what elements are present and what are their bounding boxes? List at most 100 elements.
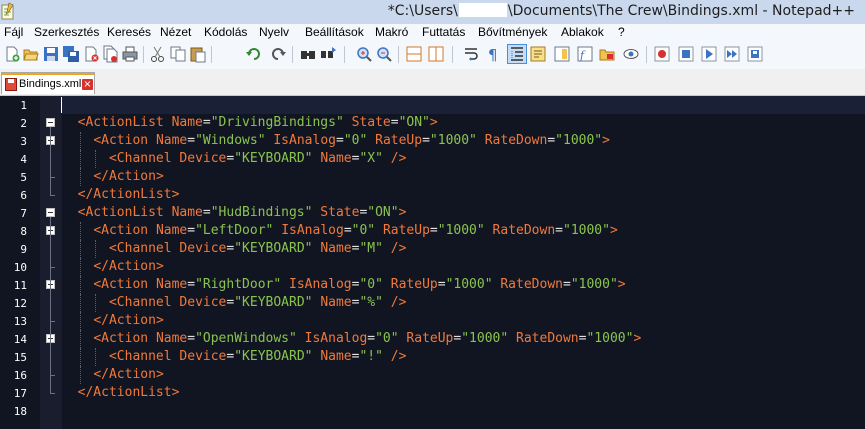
code-line[interactable]: <Action Name="Windows" IsAnalog="0" Rate…	[62, 132, 610, 150]
indent-guide	[79, 348, 81, 366]
menu-settings[interactable]: Beállítások	[305, 25, 364, 39]
svg-text:¶: ¶	[488, 46, 498, 63]
undo-icon[interactable]	[245, 45, 263, 63]
copy-icon[interactable]	[169, 45, 187, 63]
paste-icon[interactable]	[189, 45, 207, 63]
save-icon[interactable]	[42, 45, 60, 63]
toolbar-separator	[292, 46, 293, 63]
code-line[interactable]: <Channel Device="KEYBOARD" Name="X" />	[62, 150, 406, 168]
playback-macro-icon[interactable]	[700, 45, 718, 63]
cut-icon[interactable]	[149, 45, 167, 63]
sync-vertical-icon[interactable]	[405, 45, 423, 63]
menu-window[interactable]: Ablakok	[561, 25, 604, 39]
menu-help[interactable]: ?	[618, 25, 625, 39]
text-caret	[61, 97, 62, 113]
toolbar-separator	[452, 46, 453, 63]
line-number: 8	[20, 225, 27, 238]
indent-guide	[95, 294, 97, 312]
doc-map-icon[interactable]	[553, 45, 571, 63]
tab-close-button[interactable]: ×	[82, 79, 93, 90]
indent-guide	[79, 276, 81, 294]
run-macro-multiple-icon[interactable]	[723, 45, 741, 63]
code-line[interactable]: </ActionList>	[62, 186, 180, 204]
tab-label: Bindings.xml	[19, 78, 82, 90]
indent-guide-icon[interactable]	[507, 44, 527, 64]
code-line[interactable]: <Action Name="LeftDoor" IsAnalog="0" Rat…	[62, 222, 617, 240]
udl-icon[interactable]	[529, 45, 547, 63]
tab-bindings-xml[interactable]: Bindings.xml ×	[1, 72, 95, 94]
menu-run[interactable]: Futtatás	[422, 25, 465, 39]
toolbar-separator	[646, 46, 647, 63]
window-title: *C:\Users\ \Documents\The Crew\Bindings.x…	[388, 3, 855, 19]
redo-icon[interactable]	[269, 45, 287, 63]
print-icon[interactable]	[121, 45, 139, 63]
function-list-icon[interactable]: f	[576, 45, 594, 63]
monitoring-icon[interactable]	[622, 45, 640, 63]
folder-workspace-icon[interactable]	[598, 45, 616, 63]
code-line[interactable]: <Channel Device="KEYBOARD" Name="%" />	[62, 294, 406, 312]
line-number: 2	[20, 117, 27, 130]
menu-macro[interactable]: Makró	[375, 25, 408, 39]
save-all-icon[interactable]	[62, 45, 80, 63]
sync-horizontal-icon[interactable]	[427, 45, 445, 63]
menu-file[interactable]: Fájl	[4, 25, 23, 39]
line-number: 12	[13, 297, 27, 310]
fold-toggle-icon[interactable]	[46, 208, 55, 217]
menu-view[interactable]: Nézet	[160, 25, 191, 39]
line-number: 9	[20, 243, 27, 256]
menu-plugins[interactable]: Bővítmények	[478, 25, 547, 39]
zoom-in-icon[interactable]	[355, 45, 373, 63]
stop-record-icon[interactable]	[677, 45, 695, 63]
code-line[interactable]: </Action>	[62, 366, 163, 384]
fold-range-end	[50, 177, 55, 178]
code-line[interactable]: <Action Name="RightDoor" IsAnalog="0" Ra…	[62, 276, 625, 294]
close-icon[interactable]	[82, 45, 100, 63]
zoom-out-icon[interactable]	[375, 45, 393, 63]
replace-icon[interactable]	[320, 45, 338, 63]
save-macro-icon[interactable]	[746, 45, 764, 63]
line-number: 14	[13, 333, 27, 346]
line-number: 1	[20, 99, 27, 112]
fold-range-line	[50, 145, 51, 177]
notepadpp-app-icon[interactable]	[1, 2, 15, 20]
indent-guide	[79, 366, 81, 384]
fold-range-end	[50, 267, 55, 268]
menu-encoding[interactable]: Kódolás	[204, 25, 247, 39]
code-line[interactable]: <Channel Device="KEYBOARD" Name="!" />	[62, 348, 406, 366]
menu-language[interactable]: Nyelv	[259, 25, 289, 39]
fold-range-end	[50, 195, 55, 196]
indent-guide	[79, 222, 81, 240]
record-macro-icon[interactable]	[653, 45, 671, 63]
indent-guide	[79, 240, 81, 258]
code-line[interactable]: </ActionList>	[62, 384, 180, 402]
close-all-icon[interactable]	[101, 45, 119, 63]
toolbar-separator	[344, 46, 345, 63]
unsaved-file-icon	[5, 78, 17, 91]
indent-guide	[79, 330, 81, 348]
line-number: 7	[20, 207, 27, 220]
line-number: 17	[13, 387, 27, 400]
title-path-prefix: *C:\Users\	[387, 3, 458, 19]
code-line[interactable]: <Action Name="OpenWindows" IsAnalog="0" …	[62, 330, 641, 348]
fold-range-end	[50, 393, 55, 394]
show-all-chars-icon[interactable]: ¶	[484, 45, 502, 63]
code-line[interactable]: </Action>	[62, 312, 163, 330]
word-wrap-icon[interactable]	[463, 45, 481, 63]
new-file-icon[interactable]	[3, 45, 21, 63]
code-line[interactable]: </Action>	[62, 168, 163, 186]
find-icon[interactable]	[299, 45, 317, 63]
indent-guide	[79, 168, 81, 186]
code-line[interactable]: </Action>	[62, 258, 163, 276]
fold-range-line	[50, 235, 51, 267]
code-line[interactable]: <Channel Device="KEYBOARD" Name="M" />	[62, 240, 406, 258]
editor-area[interactable]: 1 2 3 4 5 6 7 8 9 10 11 12 13 14 15 16 17 18 <ActionList …	[0, 96, 865, 429]
fold-toggle-icon[interactable]	[46, 118, 55, 127]
indent-guide	[79, 258, 81, 276]
toolbar-separator	[211, 46, 212, 63]
menu-search[interactable]: Keresés	[107, 25, 151, 39]
redacted-username	[458, 3, 507, 17]
code-line[interactable]: <ActionList Name="DrivingBindings" State…	[62, 114, 438, 132]
menu-edit[interactable]: Szerkesztés	[34, 25, 99, 39]
open-file-icon[interactable]	[22, 45, 40, 63]
code-line[interactable]: <ActionList Name="HudBindings" State="ON…	[62, 204, 407, 222]
